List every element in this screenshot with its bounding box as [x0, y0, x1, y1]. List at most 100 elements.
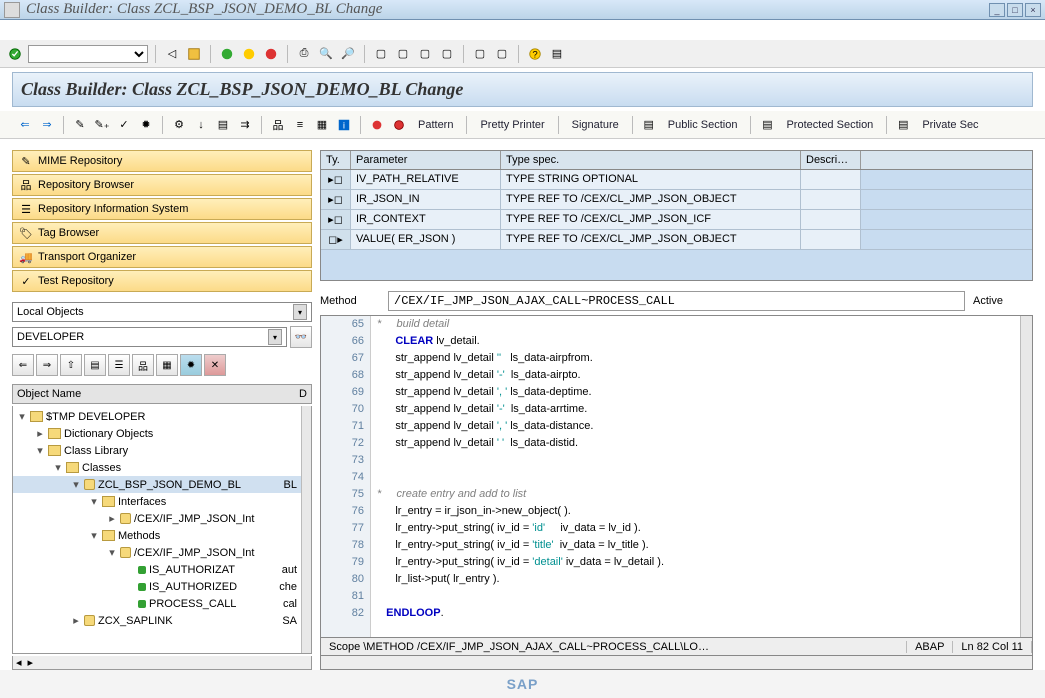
tree-up-icon[interactable]: ⇧	[60, 354, 82, 376]
glasses-icon[interactable]: 👓	[290, 326, 312, 348]
display-change-icon[interactable]: ✎	[71, 116, 89, 134]
tree-row[interactable]: ▾/CEX/IF_JMP_JSON_Int	[13, 544, 311, 561]
svg-text:?: ?	[532, 49, 537, 60]
tool-icon-5[interactable]: ▢	[471, 45, 489, 63]
nav-repository-browser[interactable]: 品Repository Browser	[12, 174, 312, 196]
nav-tag-browser[interactable]: 🏷Tag Browser	[12, 222, 312, 244]
layout-icon[interactable]: ▤	[548, 45, 566, 63]
nav-fwd-icon[interactable]: ⇒	[38, 116, 56, 134]
nav-label: Test Repository	[38, 275, 114, 287]
tree-row[interactable]: IS_AUTHORIZEDche	[13, 578, 311, 595]
method-icon	[138, 600, 146, 608]
outline-icon[interactable]: ⇉	[236, 116, 254, 134]
pretty-printer-button[interactable]: Pretty Printer	[474, 119, 550, 131]
tree-scrollbar[interactable]	[301, 406, 311, 653]
code-editor[interactable]: 656667686970717273747576777879808182 * b…	[320, 315, 1033, 638]
close-button[interactable]: ×	[1025, 3, 1041, 17]
editor-vscroll[interactable]	[1020, 316, 1032, 637]
tree-row[interactable]: ▾Class Library	[13, 442, 311, 459]
tree-row[interactable]: ▸/CEX/IF_JMP_JSON_Int	[13, 510, 311, 527]
save-icon[interactable]	[185, 45, 203, 63]
tree-detail-icon[interactable]: ▦	[156, 354, 178, 376]
nav-mime-repository[interactable]: ✎MIME Repository	[12, 150, 312, 172]
tree-close-icon[interactable]: ✕	[204, 354, 226, 376]
code-area[interactable]: * build detail CLEAR lv_detail. str_appe…	[371, 316, 1020, 637]
find-next-icon[interactable]: 🔎	[339, 45, 357, 63]
cancel-icon[interactable]	[262, 45, 280, 63]
importing-icon: ▸◻	[321, 210, 351, 229]
list-icon[interactable]: ≡	[291, 116, 309, 134]
tree-row[interactable]: PROCESS_CALLcal	[13, 595, 311, 612]
nav-test-repository[interactable]: ✓Test Repository	[12, 270, 312, 292]
object-tree[interactable]: ▾$TMP DEVELOPER ▸Dictionary Objects ▾Cla…	[12, 406, 312, 654]
importing-icon: ▸◻	[321, 170, 351, 189]
public-section-button[interactable]: Public Section	[662, 119, 744, 131]
tree-row[interactable]: ▸ZCX_SAPLINKSA	[13, 612, 311, 629]
editor-hscroll[interactable]	[320, 656, 1033, 670]
tree-row[interactable]: ▾Classes	[13, 459, 311, 476]
tree-row[interactable]: IS_AUTHORIZATaut	[13, 561, 311, 578]
exit-icon[interactable]	[240, 45, 258, 63]
tool-icon-2[interactable]: ▢	[394, 45, 412, 63]
param-row[interactable]: ◻▸VALUE( ER_JSON )TYPE REF TO /CEX/CL_JM…	[321, 230, 1032, 250]
tree-row[interactable]: ▸Dictionary Objects	[13, 425, 311, 442]
tree-star-icon[interactable]: ✹	[180, 354, 202, 376]
where-used-icon[interactable]: ↓	[192, 116, 210, 134]
minimize-button[interactable]: _	[989, 3, 1005, 17]
tree-icon[interactable]: ▤	[214, 116, 232, 134]
check-icon[interactable]: ✓	[115, 116, 133, 134]
nav-back-icon[interactable]: ⇐	[16, 116, 34, 134]
lang-cell: ABAP	[907, 641, 953, 653]
tool-icon-4[interactable]: ▢	[438, 45, 456, 63]
help-icon[interactable]: ?	[526, 45, 544, 63]
info-icon[interactable]: i	[335, 116, 353, 134]
pattern-button[interactable]: Pattern	[412, 119, 459, 131]
activate-icon[interactable]: ✹	[137, 116, 155, 134]
maximize-button[interactable]: □	[1007, 3, 1023, 17]
nav-repository-info[interactable]: ☰ Repository Information System	[12, 198, 312, 220]
repoinfo-icon: ☰	[19, 202, 33, 216]
tree-row-selected[interactable]: ▾ZCL_BSP_JSON_DEMO_BLBL	[13, 476, 311, 493]
tree-back-icon[interactable]: ⇐	[12, 354, 34, 376]
sap-logo: SAP	[507, 676, 539, 692]
private-section-button[interactable]: Private Sec	[916, 119, 984, 131]
package-dropdown[interactable]: Local Objects▾	[12, 302, 312, 322]
tree-row[interactable]: ▾Methods	[13, 527, 311, 544]
command-field[interactable]	[28, 45, 148, 63]
detail-icon[interactable]: ▦	[313, 116, 331, 134]
test-icon[interactable]: ⚙	[170, 116, 188, 134]
tree-row[interactable]: ▾Interfaces	[13, 493, 311, 510]
interface-icon	[120, 547, 131, 558]
nav-label: Repository Browser	[38, 179, 134, 191]
param-row[interactable]: ▸◻IV_PATH_RELATIVETYPE STRING OPTIONAL	[321, 170, 1032, 190]
user-dropdown[interactable]: DEVELOPER▾	[12, 327, 287, 347]
back-icon[interactable]: ◁	[163, 45, 181, 63]
nav-label: Repository Information System	[38, 203, 188, 215]
method-name-field[interactable]: /CEX/IF_JMP_JSON_AJAX_CALL~PROCESS_CALL	[388, 291, 965, 311]
tool-icon-6[interactable]: ▢	[493, 45, 511, 63]
other-object-icon[interactable]: ✎₊	[93, 116, 111, 134]
tree-fwd-icon[interactable]: ⇒	[36, 354, 58, 376]
breakpoint-icon[interactable]	[368, 116, 386, 134]
param-row[interactable]: ▸◻IR_CONTEXTTYPE REF TO /CEX/CL_JMP_JSON…	[321, 210, 1032, 230]
breakpoint2-icon[interactable]	[390, 116, 408, 134]
tree-row[interactable]: ▾$TMP DEVELOPER	[13, 408, 311, 425]
hierarchy-icon[interactable]: 品	[269, 116, 287, 134]
ok-icon[interactable]	[6, 45, 24, 63]
package-value: Local Objects	[17, 306, 84, 318]
signature-button[interactable]: Signature	[566, 119, 625, 131]
navigator-panel: ✎MIME Repository 品Repository Browser ☰Re…	[12, 150, 312, 670]
nav-transport-organizer[interactable]: 🚚Transport Organizer	[12, 246, 312, 268]
print-icon[interactable]: ⎙	[295, 45, 313, 63]
green-back-icon[interactable]	[218, 45, 236, 63]
find-icon[interactable]: 🔍	[317, 45, 335, 63]
param-row[interactable]: ▸◻IR_JSON_INTYPE REF TO /CEX/CL_JMP_JSON…	[321, 190, 1032, 210]
tree-menu-icon[interactable]: ☰	[108, 354, 130, 376]
tree-hscroll[interactable]: ◂▸	[12, 656, 312, 670]
tree-hierarchy-icon[interactable]: 品	[132, 354, 154, 376]
protected-section-button[interactable]: Protected Section	[780, 119, 879, 131]
main-toolbar: ◁ ⎙ 🔍 🔎 ▢ ▢ ▢ ▢ ▢ ▢ ? ▤	[0, 40, 1045, 68]
tree-refresh-icon[interactable]: ▤	[84, 354, 106, 376]
tool-icon-3[interactable]: ▢	[416, 45, 434, 63]
tool-icon-1[interactable]: ▢	[372, 45, 390, 63]
